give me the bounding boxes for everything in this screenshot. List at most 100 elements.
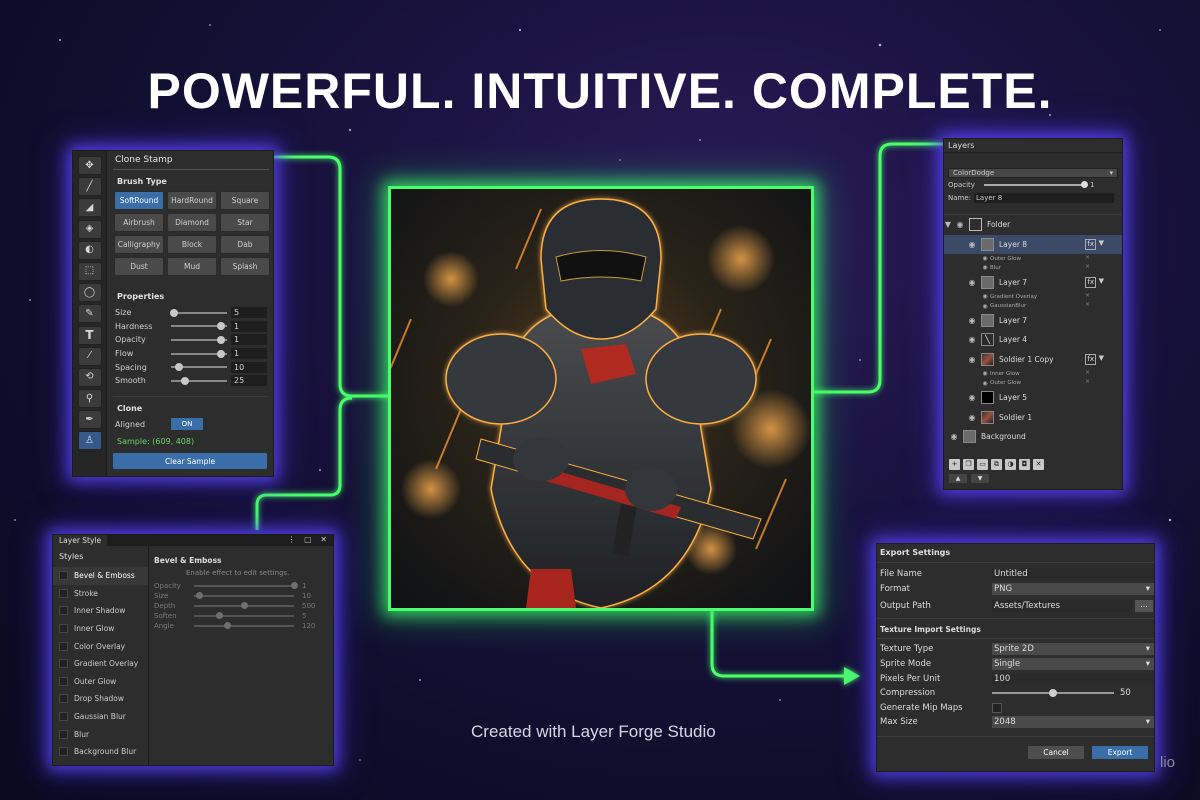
slider-knob[interactable]	[195, 592, 203, 599]
style-item-background-blur[interactable]: Background Blur	[53, 743, 148, 761]
layer-row[interactable]: ◉ Layer 7 fx ▼	[944, 273, 1122, 293]
hardness-value-field[interactable]: 1	[231, 320, 267, 332]
remove-effect-icon[interactable]: ×	[1085, 369, 1090, 376]
opacity-value-field[interactable]: 1	[231, 334, 267, 346]
chevron-down-icon[interactable]: ▼	[1099, 239, 1104, 247]
style-item-gradient-overlay[interactable]: Gradient Overlay	[53, 655, 148, 673]
chevron-down-icon[interactable]: ▼	[1099, 354, 1104, 362]
eye-icon[interactable]: ◉	[966, 355, 978, 364]
move-layer-down-button[interactable]: ▼	[971, 474, 989, 483]
layer-style-tab[interactable]: Layer Style	[53, 535, 108, 546]
max-size-dropdown[interactable]: 2048 ▾	[992, 716, 1154, 729]
layer-row[interactable]: ◉ Soldier 1 Copy fx ▼	[944, 350, 1122, 370]
style-item-inner-glow[interactable]: Inner Glow	[53, 620, 148, 638]
size-style-slider[interactable]	[194, 592, 294, 599]
style-checkbox[interactable]	[59, 641, 68, 651]
eye-icon[interactable]: ◉	[980, 380, 990, 387]
style-checkbox[interactable]	[59, 588, 68, 598]
brush-mud-button[interactable]: Mud	[167, 257, 217, 276]
format-dropdown[interactable]: PNG ▾	[992, 582, 1154, 595]
compression-slider[interactable]	[992, 689, 1114, 698]
brush-splash-button[interactable]: Splash	[220, 257, 270, 276]
brush-dab-button[interactable]: Dab	[220, 235, 270, 254]
style-checkbox[interactable]	[59, 676, 68, 686]
slider-knob[interactable]	[217, 322, 226, 331]
lasso-icon[interactable]: ◯	[77, 283, 102, 303]
texture-type-dropdown[interactable]: Sprite 2D ▾	[992, 643, 1154, 656]
angle-style-slider[interactable]	[194, 622, 294, 629]
flow-slider[interactable]	[171, 349, 227, 359]
layer-row[interactable]: ▼ ◉ Folder	[944, 215, 1122, 235]
slider-knob[interactable]	[217, 349, 226, 358]
new-layer-icon[interactable]: +	[949, 459, 960, 470]
slider-knob[interactable]	[215, 612, 223, 619]
layer-name-input[interactable]: Layer 8	[974, 192, 1115, 203]
new-folder-icon[interactable]: ▭	[977, 459, 988, 470]
soften-style-slider[interactable]	[194, 612, 294, 619]
smooth-slider[interactable]	[171, 376, 227, 386]
eye-icon[interactable]: ◉	[966, 393, 978, 402]
layer-row[interactable]: ◉ Background	[944, 427, 1122, 447]
style-checkbox[interactable]	[59, 729, 68, 739]
smooth-value-field[interactable]: 25	[231, 375, 267, 387]
eyedropper-icon[interactable]: ⁄	[77, 346, 102, 366]
eye-icon[interactable]: ◉	[966, 413, 978, 422]
brush-square-button[interactable]: Square	[220, 191, 270, 210]
brush-block-button[interactable]: Block	[167, 235, 217, 254]
slider-knob[interactable]	[290, 582, 298, 589]
opacity-slider[interactable]	[171, 335, 227, 345]
chevron-down-icon[interactable]: ▼	[1099, 277, 1104, 285]
size-value-field[interactable]: 5	[231, 307, 267, 319]
eye-icon[interactable]: ◉	[966, 335, 978, 344]
color-replace-icon[interactable]: ◐	[77, 240, 102, 260]
style-checkbox[interactable]	[59, 624, 68, 634]
fx-icon[interactable]: fx	[1085, 353, 1096, 365]
text-tool-icon[interactable]: T	[77, 325, 102, 345]
style-item-outer-glow[interactable]: Outer Glow	[53, 673, 148, 691]
compression-slider-knob[interactable]	[1049, 689, 1057, 698]
remove-effect-icon[interactable]: ×	[1085, 378, 1090, 385]
style-item-inner-shadow[interactable]: Inner Shadow	[53, 602, 148, 620]
mask-icon[interactable]: ◘	[1019, 459, 1030, 470]
layer-row[interactable]: ◉ ╲ Layer 4	[944, 330, 1122, 350]
duplicate-layer-icon[interactable]: ❐	[963, 459, 974, 470]
layer-row[interactable]: ◉ Layer 8 fx ▼	[944, 234, 1122, 254]
eye-icon[interactable]: ◉	[980, 293, 990, 300]
style-item-color-overlay[interactable]: Color Overlay	[53, 637, 148, 655]
blend-mode-dropdown[interactable]: ColorDodge ▾	[948, 167, 1118, 178]
style-item-drop-shadow[interactable]: Drop Shadow	[53, 690, 148, 708]
adjustment-icon[interactable]: ◑	[1005, 459, 1016, 470]
window-controls-icon[interactable]: ⋮ ▢ ✕	[288, 535, 330, 544]
brush-star-button[interactable]: Star	[220, 213, 270, 232]
style-item-stroke[interactable]: Stroke	[53, 585, 148, 603]
export-button[interactable]: Export	[1092, 746, 1148, 759]
fill-bucket-icon[interactable]: ◈	[77, 219, 102, 239]
slider-knob[interactable]	[175, 363, 184, 372]
opacity-style-slider[interactable]	[194, 582, 298, 589]
merge-icon[interactable]: ⧉	[991, 459, 1002, 470]
layer-opacity-slider[interactable]	[984, 180, 1088, 188]
remove-effect-icon[interactable]: ×	[1085, 292, 1090, 299]
slider-knob[interactable]	[181, 376, 189, 385]
clear-sample-button[interactable]: Clear Sample	[113, 453, 267, 470]
remove-effect-icon[interactable]: ×	[1085, 254, 1090, 261]
slider-knob[interactable]	[217, 335, 226, 344]
delete-icon[interactable]: ✕	[1033, 459, 1044, 470]
style-item-bevel-emboss[interactable]: Bevel & Emboss	[53, 567, 148, 585]
layer-row[interactable]: ◉ Soldier 1	[944, 407, 1122, 427]
spacing-value-field[interactable]: 10	[231, 361, 267, 373]
output-path-input[interactable]: Assets/Textures	[992, 599, 1132, 612]
aligned-toggle[interactable]: ON	[171, 418, 203, 431]
browse-button[interactable]: ...	[1135, 599, 1153, 612]
style-checkbox[interactable]	[59, 694, 68, 704]
brush-airbrush-button[interactable]: Airbrush	[114, 213, 164, 232]
cancel-button[interactable]: Cancel	[1028, 746, 1084, 759]
transform-icon[interactable]: ⟲	[77, 367, 102, 387]
brush-softround-button[interactable]: SoftRound	[114, 191, 164, 210]
layer-opacity-slider-knob[interactable]	[1080, 180, 1088, 188]
pen-tool-icon[interactable]: ✒	[77, 410, 102, 430]
flow-value-field[interactable]: 1	[231, 348, 267, 360]
fx-icon[interactable]: fx	[1085, 276, 1096, 288]
eye-icon[interactable]: ◉	[980, 370, 990, 377]
sprite-mode-dropdown[interactable]: Single ▾	[992, 658, 1154, 671]
